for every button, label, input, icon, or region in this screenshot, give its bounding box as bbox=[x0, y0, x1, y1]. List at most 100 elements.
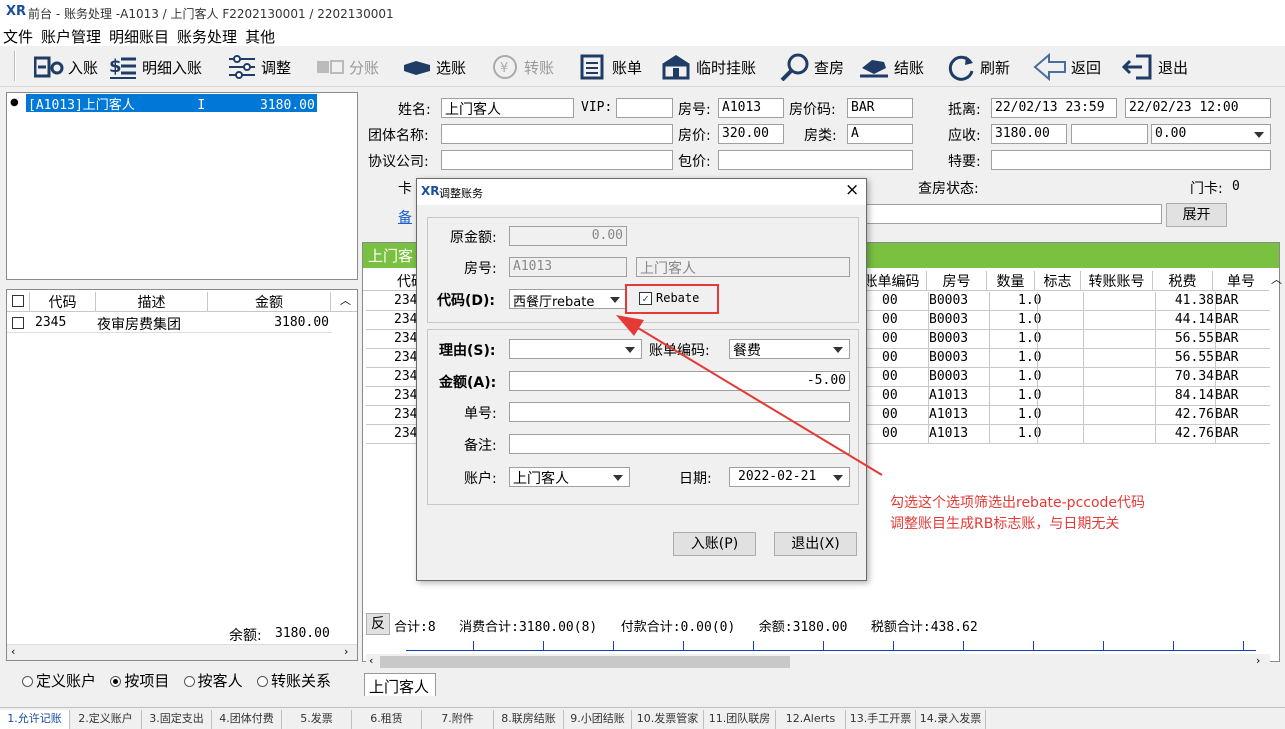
remark-link[interactable]: 备 bbox=[398, 207, 412, 227]
bottom-tab-14[interactable]: 14.录入发票 bbox=[916, 710, 986, 729]
checkout-button[interactable]: 结账 bbox=[858, 53, 924, 81]
menu-detail-items[interactable]: 明细账目 bbox=[106, 24, 174, 47]
roomtype-field[interactable]: A bbox=[847, 124, 913, 144]
tree-item-selected[interactable]: [A1013]上门客人 I 3180.00 bbox=[26, 94, 317, 113]
row-divider bbox=[1037, 368, 1038, 387]
bottom-tab-13[interactable]: 13.手工开票 bbox=[846, 710, 916, 729]
grid-hscroll-thumb[interactable] bbox=[380, 656, 790, 668]
adjust-button[interactable]: 调整 bbox=[227, 53, 291, 81]
row-no: BAR bbox=[1215, 369, 1239, 384]
ratecode-label: 房价码: bbox=[789, 102, 836, 118]
dialog-exit-button[interactable]: 退出(X) bbox=[774, 532, 857, 556]
name-label: 姓名: bbox=[398, 102, 431, 118]
bottom-tab-10[interactable]: 10.发票管家 bbox=[632, 710, 704, 729]
bottom-tab-9[interactable]: 9.小团结账 bbox=[564, 710, 632, 729]
radio-transfer-relation-label: 转账关系 bbox=[270, 672, 331, 690]
row-divider bbox=[928, 349, 929, 368]
roomtype-label: 房类: bbox=[804, 128, 837, 144]
transfer-button[interactable]: ¥ 转账 bbox=[490, 53, 554, 81]
close-icon[interactable]: × bbox=[845, 180, 859, 200]
vip-field[interactable] bbox=[616, 98, 673, 118]
group-label: 团体名称: bbox=[368, 128, 429, 144]
arrow-head bbox=[616, 315, 644, 336]
exit-button[interactable]: 退出 bbox=[1122, 53, 1188, 81]
radio-define-account-label: 定义账户 bbox=[36, 672, 97, 690]
arrival-field[interactable]: 22/02/13 23:59 bbox=[991, 98, 1117, 118]
post-button[interactable]: 入账 bbox=[34, 53, 98, 81]
bill-button[interactable]: 账单 bbox=[578, 53, 642, 81]
bottom-tab-3[interactable]: 3.固定支出 bbox=[142, 710, 212, 729]
scroll-left-icon[interactable]: ‹ bbox=[11, 645, 15, 658]
row-checkbox[interactable] bbox=[12, 317, 24, 329]
temp-charge-button[interactable]: 临时挂账 bbox=[660, 53, 756, 81]
grid-scroll-up-icon[interactable]: ︿ bbox=[1271, 271, 1282, 287]
check-room-label: 查房 bbox=[814, 58, 845, 77]
dialog-post-button[interactable]: 入账(P) bbox=[673, 532, 756, 556]
menu-account-mgmt[interactable]: 账户管理 bbox=[38, 24, 106, 47]
bottom-tab-11[interactable]: 11.团队联房 bbox=[704, 710, 776, 729]
departure-field[interactable]: 22/02/23 12:00 bbox=[1125, 98, 1271, 118]
bottom-tab-4[interactable]: 4.团体付费 bbox=[212, 710, 282, 729]
select-all-checkbox[interactable] bbox=[12, 295, 24, 307]
row-divider bbox=[1037, 311, 1038, 330]
receivable-dropdown[interactable]: 0.00 bbox=[1151, 124, 1271, 144]
split-label: 分账 bbox=[349, 58, 380, 77]
group-field[interactable] bbox=[441, 124, 673, 144]
grid-hscrollbar[interactable]: ‹ › bbox=[366, 654, 1270, 670]
radio-transfer-relation[interactable]: 转账关系 bbox=[256, 672, 331, 690]
remark-field[interactable] bbox=[862, 204, 1162, 224]
radio-define-account[interactable]: 定义账户 bbox=[22, 672, 96, 690]
bill-icon bbox=[580, 54, 604, 80]
tab-guest[interactable]: 上门客人 bbox=[364, 673, 436, 696]
row-divider bbox=[1083, 368, 1084, 387]
receivable-field[interactable]: 3180.00 bbox=[991, 124, 1067, 144]
radio-by-guest[interactable]: 按客人 bbox=[183, 672, 243, 690]
grid-scroll-right-icon[interactable]: › bbox=[1256, 654, 1260, 667]
toolbar-grip bbox=[14, 51, 16, 81]
scroll-right-icon[interactable]: › bbox=[344, 645, 348, 658]
check-room-icon bbox=[780, 53, 809, 81]
select-button[interactable]: 选账 bbox=[402, 53, 466, 81]
menu-account-processing[interactable]: 账务处理 bbox=[174, 24, 242, 47]
radio-by-item[interactable]: 按项目 bbox=[110, 672, 169, 690]
ratecode-field[interactable]: BAR bbox=[847, 98, 913, 118]
row-divider bbox=[928, 330, 929, 349]
row-no: BAR bbox=[1215, 312, 1239, 327]
menu-other[interactable]: 其他 bbox=[242, 24, 280, 47]
select-label: 选账 bbox=[436, 58, 467, 77]
special-field[interactable] bbox=[991, 150, 1271, 170]
detail-post-icon: $ bbox=[109, 56, 136, 79]
svg-text:¥: ¥ bbox=[500, 61, 508, 76]
check-room-button[interactable]: 查房 bbox=[780, 53, 844, 81]
reverse-button[interactable]: 反 bbox=[366, 613, 390, 635]
col-docno-header: 单号 bbox=[1227, 274, 1255, 290]
room-field[interactable]: A1013 bbox=[718, 98, 784, 118]
bottom-tab-7[interactable]: 7.附件 bbox=[422, 710, 494, 729]
code-label: 代码(D): bbox=[437, 293, 496, 309]
name-field[interactable]: 上门客人 bbox=[441, 98, 574, 118]
left-hscrollbar[interactable]: ‹ › bbox=[7, 644, 357, 660]
split-button[interactable]: 分账 bbox=[315, 53, 379, 81]
bottom-tab-1[interactable]: 1.允许记账 bbox=[0, 710, 70, 729]
bottom-tab-2[interactable]: 2.定义账户 bbox=[70, 710, 142, 729]
package-field[interactable] bbox=[718, 150, 913, 170]
company-field[interactable] bbox=[441, 150, 673, 170]
room-label: 房号: bbox=[678, 102, 711, 118]
rate-field[interactable]: 320.00 bbox=[718, 124, 784, 144]
balance-bar: 余额: 3180.00 bbox=[207, 623, 333, 644]
scroll-up-icon[interactable]: ︿ bbox=[340, 292, 351, 308]
table-row[interactable]: 2345 夜审房费集团 3180.00 bbox=[7, 313, 332, 333]
refresh-button[interactable]: 刷新 bbox=[946, 53, 1010, 81]
bottom-tab-5[interactable]: 5.发票 bbox=[282, 710, 352, 729]
bottom-tab-6[interactable]: 6.租赁 bbox=[352, 710, 422, 729]
arrow-line bbox=[627, 321, 883, 476]
back-button[interactable]: 返回 bbox=[1033, 53, 1101, 81]
grid-scroll-left-icon[interactable]: ‹ bbox=[369, 654, 373, 667]
detail-post-button[interactable]: $ 明细入账 bbox=[108, 53, 202, 81]
menu-file[interactable]: 文件 bbox=[0, 24, 38, 47]
expand-button[interactable]: 展开 bbox=[1166, 203, 1227, 227]
receivable-field-2[interactable] bbox=[1071, 124, 1148, 144]
bottom-tab-8[interactable]: 8.联房结账 bbox=[494, 710, 564, 729]
card-label: 卡 bbox=[398, 181, 412, 197]
bottom-tab-12[interactable]: 12.Alerts bbox=[776, 710, 846, 729]
